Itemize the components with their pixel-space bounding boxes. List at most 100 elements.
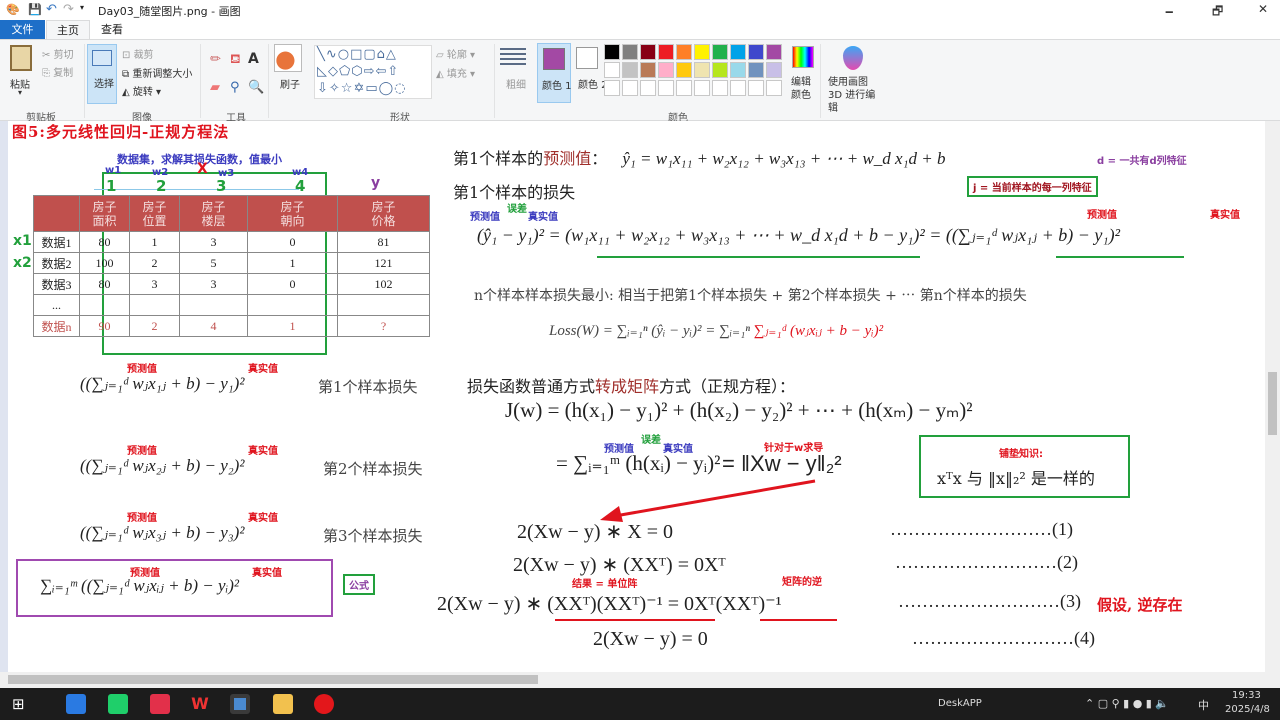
table-row: 数据n 90 2 4 1?: [33, 315, 430, 337]
color2-swatch[interactable]: [576, 47, 598, 69]
xmind-icon[interactable]: [150, 694, 170, 714]
fill-bucket-icon[interactable]: ⛾: [230, 52, 241, 69]
shapes-gallery[interactable]: ╲∿○□▢⌂△ ◺◇⬠⬡⇨⇦⇧ ⇩✧☆✡▭◯◌: [314, 45, 432, 99]
palette-color-swatch[interactable]: [622, 62, 638, 78]
palette-color-swatch[interactable]: [712, 80, 728, 96]
wps-icon[interactable]: W: [190, 694, 210, 714]
text-tool-icon[interactable]: A: [248, 51, 259, 67]
divider: [820, 44, 821, 118]
resize-button[interactable]: ⧉ 重新调整大小: [122, 65, 192, 80]
equation-number: ………………………(2): [895, 552, 1078, 572]
brush-icon[interactable]: [274, 44, 302, 72]
palette-color-swatch[interactable]: [766, 80, 782, 96]
palette-color-swatch[interactable]: [712, 44, 728, 60]
outline-button[interactable]: ▱ 轮廓 ▾: [436, 46, 475, 61]
palette-color-swatch[interactable]: [658, 62, 674, 78]
palette-color-swatch[interactable]: [640, 62, 656, 78]
start-icon[interactable]: ⊞: [12, 695, 25, 713]
palette-color-swatch[interactable]: [766, 44, 782, 60]
palette-color-swatch[interactable]: [676, 80, 692, 96]
table-cell: 数据2: [33, 252, 80, 274]
netease-music-icon[interactable]: [314, 694, 334, 714]
table-cell: 4: [179, 315, 248, 337]
line-size-icon[interactable]: [500, 48, 526, 68]
palette-color-swatch[interactable]: [622, 44, 638, 60]
clock-date[interactable]: 2025/4/8: [1225, 704, 1270, 715]
palette-color-swatch[interactable]: [640, 44, 656, 60]
customize-quick-access-icon[interactable]: ▾: [80, 3, 84, 12]
palette-color-swatch[interactable]: [712, 62, 728, 78]
crop-button[interactable]: ⊡ 裁剪: [122, 46, 154, 61]
edit-colors-button[interactable]: 编辑颜色: [791, 76, 815, 102]
palette-color-swatch[interactable]: [748, 80, 764, 96]
palette-color-swatch[interactable]: [658, 80, 674, 96]
drawing-canvas[interactable]: 图5:多元线性回归-正规方程法 数据集，求解其损失函数，值最小 w1 w2 w3…: [0, 121, 1265, 672]
pencil-icon[interactable]: ✏: [210, 52, 221, 67]
palette-color-swatch[interactable]: [676, 44, 692, 60]
palette-color-swatch[interactable]: [694, 62, 710, 78]
save-icon[interactable]: 💾: [28, 3, 42, 16]
ime-indicator[interactable]: 中: [1198, 697, 1209, 713]
true-label: 真实值: [1210, 210, 1240, 221]
pycharm-icon[interactable]: [108, 694, 128, 714]
tab-file[interactable]: 文件: [0, 20, 45, 39]
palette-color-swatch[interactable]: [640, 80, 656, 96]
vertical-scroll-thumb[interactable]: [1268, 372, 1277, 435]
underline: [597, 256, 920, 258]
palette-color-swatch[interactable]: [748, 44, 764, 60]
magnifier-icon[interactable]: 🔍: [248, 80, 264, 95]
color1-button[interactable]: 颜色 1: [537, 43, 572, 103]
n-samples-note: n个样本样本损失最小: 相当于把第1个样本损失 + 第2个样本损失 + ⋯ 第n…: [474, 288, 1027, 304]
tray-icons[interactable]: ⌃ ▢ ⚲ ▮ ● ▮ 🔈: [1085, 697, 1169, 710]
palette-color-swatch[interactable]: [730, 62, 746, 78]
cut-button[interactable]: ✂ 剪切: [42, 46, 74, 61]
paint3d-button[interactable]: 使用画图 3D 进行编辑: [828, 76, 882, 115]
tab-home[interactable]: 主页: [46, 20, 90, 39]
palette-color-swatch[interactable]: [730, 80, 746, 96]
rotate-button[interactable]: ◭ 旋转 ▾: [122, 83, 161, 98]
color-picker-icon[interactable]: ⚲: [230, 80, 240, 95]
paste-icon[interactable]: [10, 45, 32, 71]
paint3d-icon[interactable]: [843, 46, 863, 70]
palette-color-swatch[interactable]: [658, 44, 674, 60]
palette-color-swatch[interactable]: [766, 62, 782, 78]
palette-color-swatch[interactable]: [694, 80, 710, 96]
palette-color-swatch[interactable]: [694, 44, 710, 60]
d-note: d = 一共有d列特征: [1097, 156, 1187, 167]
table-row: 数据2 100 2 5 1 121: [33, 252, 430, 274]
palette-color-swatch[interactable]: [676, 62, 692, 78]
brush-button[interactable]: 刷子: [280, 76, 300, 91]
palette-color-swatch[interactable]: [730, 44, 746, 60]
palette-color-swatch[interactable]: [748, 62, 764, 78]
eraser-icon[interactable]: ▰: [210, 80, 220, 95]
horizontal-scroll-thumb[interactable]: [8, 675, 538, 684]
file-explorer-icon[interactable]: [273, 694, 293, 714]
redo-icon[interactable]: ↷: [63, 2, 74, 17]
palette-color-swatch[interactable]: [604, 80, 620, 96]
sample-loss-equation: ((∑ⱼ₌₁ᵈ wⱼx₂ⱼ + b) − y₂)²: [80, 456, 245, 475]
paste-dropdown-icon[interactable]: ▾: [18, 88, 22, 97]
copy-button[interactable]: ⎘ 复制: [42, 64, 73, 79]
color1-label: 颜色 1: [542, 81, 572, 92]
true-label: 真实值: [528, 212, 558, 223]
column-number: 4: [295, 177, 306, 195]
edit-colors-icon[interactable]: [792, 46, 814, 68]
fill-button[interactable]: ◭ 填充 ▾: [436, 65, 475, 80]
palette-color-swatch[interactable]: [604, 62, 620, 78]
clock-time[interactable]: 19:33: [1232, 690, 1261, 701]
palette-color-swatch[interactable]: [622, 80, 638, 96]
pred-label: 预测值: [127, 513, 157, 524]
paint-taskbar-icon[interactable]: [230, 694, 250, 714]
undo-icon[interactable]: ↶: [46, 2, 57, 17]
select-button[interactable]: 选择: [87, 44, 117, 104]
prediction-line: 第1个样本的预测值： ŷ₁ = w₁x₁₁ + w₂x₁₂ + w₃x₁₃ + …: [453, 145, 946, 169]
tab-view[interactable]: 查看: [92, 20, 132, 39]
size-button[interactable]: 粗细: [506, 76, 526, 91]
divider: [84, 44, 85, 118]
sample-loss-equation: ((∑ⱼ₌₁ᵈ wⱼx₁ⱼ + b) − y₁)²: [80, 374, 245, 393]
palette-color-swatch[interactable]: [604, 44, 620, 60]
taskbar-app-icon[interactable]: [66, 694, 86, 714]
rotate-label: 旋转: [132, 87, 153, 98]
deskapp-label[interactable]: DeskAPP: [938, 698, 982, 709]
close-button[interactable]: ✕: [1258, 2, 1268, 16]
